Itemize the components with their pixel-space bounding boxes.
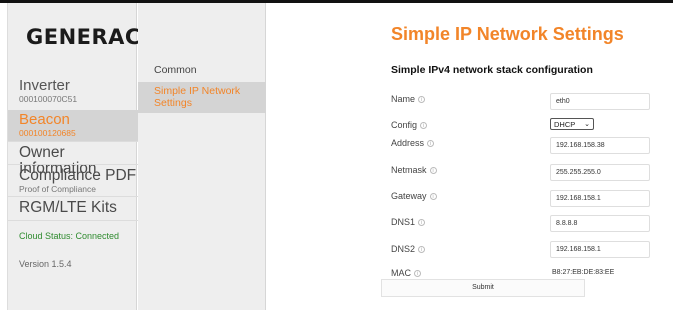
divider bbox=[8, 164, 138, 165]
config-label: Config i bbox=[391, 120, 428, 130]
page-title: Simple IP Network Settings bbox=[391, 24, 624, 44]
subnav-item-common[interactable]: Common bbox=[138, 64, 266, 76]
config-select[interactable]: DHCP ⌄ bbox=[550, 118, 594, 130]
subnav-item-simple-ip-network-settings[interactable]: Simple IP Network Settings bbox=[138, 82, 266, 113]
dns1-input[interactable]: 8.8.8.8 bbox=[550, 215, 650, 232]
subnav: Common Simple IP Network Settings bbox=[138, 3, 266, 310]
info-icon[interactable]: i bbox=[429, 193, 437, 200]
sidebar: GENERAC® Inverter 000100070C51 Beacon 00… bbox=[7, 3, 148, 310]
address-label: Address i bbox=[391, 138, 435, 148]
sidebar-item-label: Compliance PDF bbox=[19, 167, 137, 184]
sidebar-item-serial: 000100070C51 bbox=[19, 94, 78, 104]
config-select-value: DHCP bbox=[554, 120, 576, 129]
info-icon[interactable]: i bbox=[418, 246, 426, 253]
info-icon[interactable]: i bbox=[429, 167, 437, 174]
netmask-input[interactable]: 255.255.255.0 bbox=[550, 164, 650, 181]
sidebar-item-compliance-pdf[interactable]: Compliance PDF Proof of Compliance bbox=[8, 166, 138, 198]
gateway-input[interactable]: 192.168.158.1 bbox=[550, 190, 650, 207]
sidebar-item-label: Beacon bbox=[19, 111, 70, 128]
cloud-status: Cloud Status: Connected bbox=[19, 231, 120, 241]
sidebar-item-rgm-lte-kits[interactable]: RGM/LTE Kits bbox=[8, 197, 138, 220]
info-icon[interactable]: i bbox=[420, 122, 428, 129]
submit-button[interactable]: Submit bbox=[381, 279, 585, 297]
sidebar-item-serial: 000100120685 bbox=[19, 128, 76, 138]
sidebar-item-sublabel: Proof of Compliance bbox=[19, 184, 97, 194]
sidebar-item-label: RGM/LTE Kits bbox=[19, 199, 117, 216]
version-label: Version 1.5.4 bbox=[19, 259, 72, 269]
logo-text: GENERAC bbox=[26, 25, 141, 49]
info-icon[interactable]: i bbox=[418, 219, 426, 226]
info-icon[interactable]: i bbox=[414, 270, 421, 277]
info-icon[interactable]: i bbox=[418, 96, 426, 103]
section-subtitle: Simple IPv4 network stack configuration bbox=[391, 64, 593, 76]
mac-label: MAC i bbox=[391, 268, 421, 278]
divider bbox=[8, 220, 138, 221]
main-content: Simple IP Network Settings Simple IPv4 n… bbox=[266, 3, 673, 310]
dns2-input[interactable]: 192.168.158.1 bbox=[550, 241, 650, 258]
dns2-label: DNS2 i bbox=[391, 244, 426, 254]
dns1-label: DNS1 i bbox=[391, 217, 426, 227]
netmask-label: Netmask i bbox=[391, 165, 437, 175]
name-label: Name i bbox=[391, 94, 426, 104]
name-input[interactable]: eth0 bbox=[550, 93, 650, 110]
sidebar-item-beacon[interactable]: Beacon 000100120685 bbox=[8, 110, 138, 141]
gateway-label: Gateway i bbox=[391, 191, 437, 201]
generac-logo: GENERAC® bbox=[26, 25, 148, 49]
sidebar-item-inverter[interactable]: Inverter 000100070C51 bbox=[8, 78, 138, 108]
sidebar-item-owner-information[interactable]: Owner Information bbox=[8, 142, 138, 177]
mac-value: B8:27:EB:DE:83:EE bbox=[552, 269, 615, 276]
sidebar-item-label: Inverter bbox=[19, 77, 70, 94]
info-icon[interactable]: i bbox=[427, 140, 435, 147]
chevron-down-icon: ⌄ bbox=[584, 121, 590, 128]
address-input[interactable]: 192.168.158.38 bbox=[550, 137, 650, 154]
